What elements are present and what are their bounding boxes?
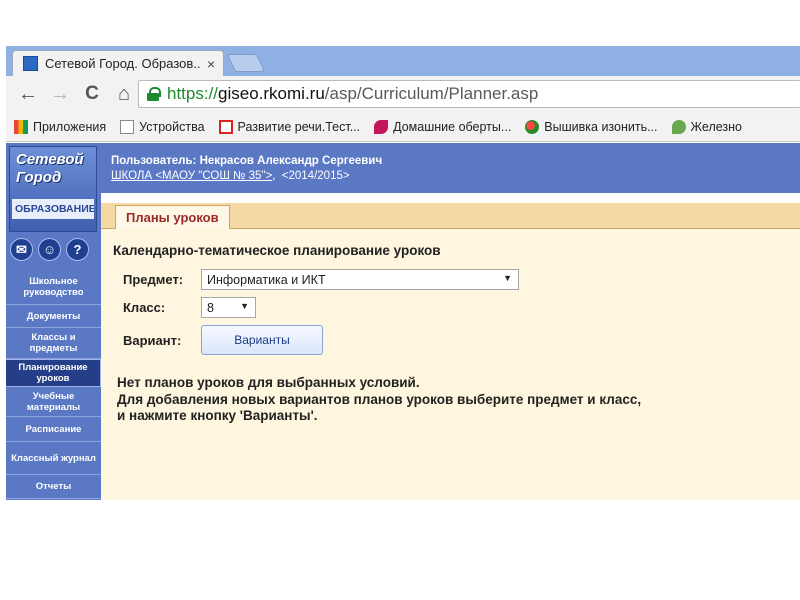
class-value: 8 (207, 300, 214, 315)
school-line: ШКОЛА <МАОУ "СОШ № 35">, <2014/2015> (111, 170, 350, 182)
logo-line-2: Город (16, 169, 62, 186)
reload-icon[interactable]: C (82, 83, 102, 105)
message-line-2: Для добавления новых вариантов планов ур… (117, 391, 642, 407)
home-icon[interactable]: ⌂ (114, 83, 134, 106)
help-icon[interactable]: ? (66, 238, 89, 261)
bookmark-label: Домашние оберты... (393, 119, 512, 134)
school-link[interactable]: ШКОЛА <МАОУ "СОШ № 35"> (111, 170, 272, 182)
bookmark-label: Железно (690, 119, 742, 134)
bookmark-speech-test[interactable]: Развитие речи.Тест... (218, 119, 361, 134)
bookmarks-bar: Приложения Устройства Развитие речи.Тест… (6, 112, 800, 142)
forward-icon[interactable]: → (50, 83, 70, 106)
tab-lesson-plans[interactable]: Планы уроков (115, 205, 230, 230)
tab-strip: Сетевой Город. Образов... × (6, 46, 800, 76)
browser-window: Сетевой Город. Образов... × ← → C ⌂ http… (6, 46, 800, 500)
mail-icon[interactable]: ✉ (10, 238, 33, 261)
sidebar-item-lesson-planning[interactable]: Планирование уроков (6, 359, 101, 387)
lock-icon (147, 87, 161, 101)
sidebar-item-journal[interactable]: Классный журнал (6, 442, 101, 475)
page-icon (120, 119, 135, 134)
new-tab-button[interactable] (226, 54, 266, 72)
main-content: Календарно-тематическое планирование уро… (101, 229, 800, 500)
page-tab-bar: Планы уроков (101, 203, 800, 230)
variant-row: Вариант: Варианты (123, 325, 323, 355)
bookmark-wrappers[interactable]: Домашние оберты... (374, 119, 512, 134)
current-user: Пользователь: Некрасов Александр Сергеев… (111, 155, 383, 167)
tab-title: Сетевой Город. Образов... (45, 56, 201, 71)
bookmark-apps[interactable]: Приложения (14, 119, 107, 134)
subject-label: Предмет: (123, 272, 184, 287)
site-logo[interactable]: Сетевой Город ОБРАЗОВАНИЕ (9, 146, 97, 232)
browser-tab-active[interactable]: Сетевой Город. Образов... × (12, 50, 224, 76)
page-header: Пользователь: Некрасов Александр Сергеев… (101, 143, 800, 193)
bookmark-label: Устройства (139, 119, 205, 134)
bookmark-label: Приложения (33, 119, 107, 134)
class-select[interactable]: 8 ▼ (201, 297, 256, 318)
message-line-1: Нет планов уроков для выбранных условий. (117, 375, 420, 390)
bookmark-iron[interactable]: Железно (671, 119, 742, 134)
class-label: Класс: (123, 300, 166, 315)
sidebar: Сетевой Город ОБРАЗОВАНИЕ ✉ ☺ ? Школьное… (6, 143, 101, 500)
subject-select[interactable]: Информатика и ИКТ ▼ (201, 269, 519, 290)
subject-value: Информатика и ИКТ (207, 272, 326, 287)
apps-icon (14, 119, 28, 134)
tab-close-icon[interactable]: × (207, 56, 215, 72)
subject-row: Предмет: Информатика и ИКТ ▼ (123, 269, 519, 290)
variants-button[interactable]: Варианты (201, 325, 323, 355)
class-row: Класс: 8 ▼ (123, 297, 256, 318)
site-favicon-icon (23, 56, 38, 71)
page-title: Календарно-тематическое планирование уро… (113, 243, 441, 258)
bookmark-label: Развитие речи.Тест... (237, 119, 361, 134)
school-year: <2014/2015> (281, 170, 350, 182)
url-path: /asp/Curriculum/Planner.asp (324, 84, 539, 103)
web-page: Сетевой Город ОБРАЗОВАНИЕ ✉ ☺ ? Школьное… (6, 143, 800, 500)
sidebar-item-classes[interactable]: Классы и предметы (6, 328, 101, 359)
variant-label: Вариант: (123, 332, 182, 348)
logo-line-3: ОБРАЗОВАНИЕ (12, 199, 94, 219)
url-host: giseo.rkomi.ru (218, 84, 325, 103)
leaf-icon (671, 119, 686, 134)
test-icon (218, 119, 233, 134)
sidebar-menu: Школьное руководство Документы Классы и … (6, 269, 101, 499)
logo-line-1: Сетевой (16, 151, 84, 168)
sidebar-item-reports[interactable]: Отчеты (6, 475, 101, 499)
address-bar[interactable]: https://giseo.rkomi.ru/asp/Curriculum/Pl… (138, 80, 800, 108)
url-scheme: https:// (167, 84, 219, 103)
bookmark-embroidery[interactable]: Вышивка изонить... (525, 119, 658, 134)
empty-message: Нет планов уроков для выбранных условий.… (117, 375, 641, 425)
sidebar-item-materials[interactable]: Учебные материалы (6, 387, 101, 417)
users-icon[interactable]: ☺ (38, 238, 61, 261)
browser-toolbar: ← → C ⌂ https://giseo.rkomi.ru/asp/Curri… (6, 76, 800, 112)
bookmark-devices[interactable]: Устройства (120, 119, 205, 134)
sidebar-item-documents[interactable]: Документы (6, 305, 101, 328)
back-icon[interactable]: ← (18, 83, 38, 106)
url-text: https://giseo.rkomi.ru/asp/Curriculum/Pl… (167, 84, 538, 104)
lips-icon (374, 119, 389, 134)
bookmark-label: Вышивка изонить... (544, 119, 658, 134)
sidebar-icon-row: ✉ ☺ ? (10, 238, 94, 261)
sidebar-item-school-management[interactable]: Школьное руководство (6, 269, 101, 305)
sidebar-item-schedule[interactable]: Расписание (6, 417, 101, 442)
chevron-down-icon: ▼ (503, 273, 512, 283)
ball-icon (525, 119, 540, 134)
message-line-3: и нажмите кнопку 'Варианты'. (117, 408, 318, 423)
chevron-down-icon: ▼ (240, 301, 249, 311)
